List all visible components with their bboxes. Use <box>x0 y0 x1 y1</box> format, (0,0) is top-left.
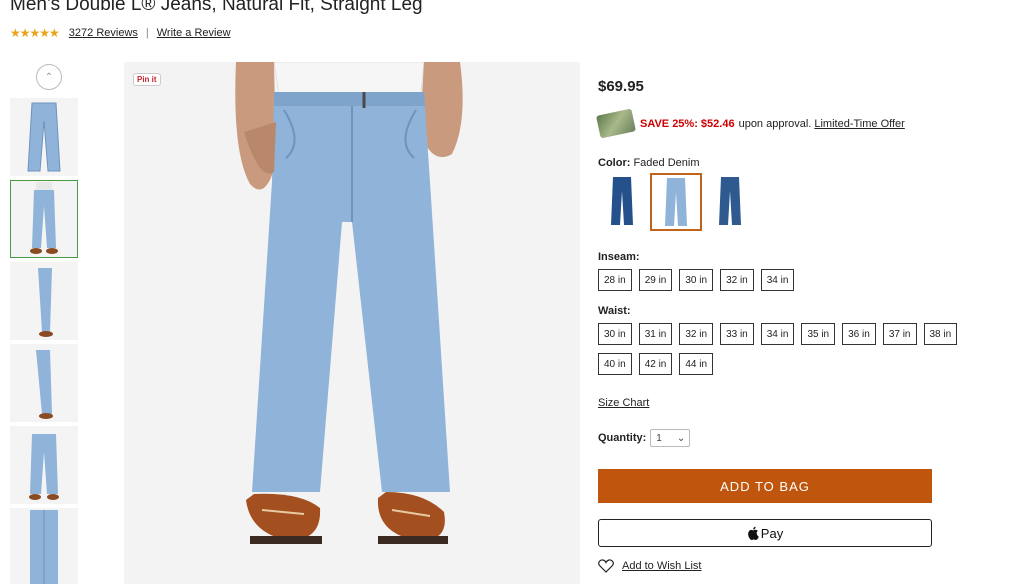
inseam-option[interactable]: 30 in <box>679 269 714 291</box>
jeans-swatch-icon <box>665 178 687 226</box>
main-product-image[interactable]: Pin it <box>124 62 580 584</box>
inseam-option[interactable]: 29 in <box>638 269 673 291</box>
wish-list-link[interactable]: Add to Wish List <box>622 560 701 572</box>
color-label-row: Color: Faded Denim <box>598 157 938 169</box>
chevron-up-icon: ⌃ <box>44 71 54 83</box>
pin-it-button[interactable]: Pin it <box>133 73 161 86</box>
inseam-options: 28 in 29 in 30 in 32 in 34 in <box>598 269 988 299</box>
heart-icon[interactable] <box>598 559 614 573</box>
waist-option[interactable]: 31 in <box>638 323 673 345</box>
waist-options: 30 in 31 in 32 in 33 in 34 in 35 in 36 i… <box>598 323 988 383</box>
swatch-rinsed-denim[interactable] <box>706 173 754 229</box>
rating-stars: ★★★★★ <box>10 26 60 40</box>
waist-option[interactable]: 42 in <box>638 353 673 375</box>
promo-row: SAVE 25%: $52.46 upon approval. Limited-… <box>596 108 938 139</box>
purchase-panel: $69.95 SAVE 25%: $52.46 upon approval. L… <box>596 78 958 573</box>
credit-card-icon <box>596 108 636 139</box>
color-swatches <box>598 173 938 231</box>
inseam-option[interactable]: 34 in <box>760 269 795 291</box>
quantity-label: Quantity: <box>598 432 647 444</box>
limited-offer-link[interactable]: Limited-Time Offer <box>814 118 904 130</box>
side-model-image <box>38 268 53 337</box>
color-label: Color: <box>598 157 631 169</box>
detail-image <box>30 510 58 584</box>
waist-option[interactable]: 38 in <box>923 323 958 345</box>
waist-option[interactable]: 44 in <box>679 353 714 375</box>
separator: | <box>145 27 149 39</box>
write-review-link[interactable]: Write a Review <box>157 27 231 39</box>
waist-option[interactable]: 32 in <box>679 323 714 345</box>
thumbnail-detail[interactable] <box>10 508 78 584</box>
reviews-link[interactable]: 3272 Reviews <box>69 27 138 39</box>
apple-pay-label: Pay <box>760 525 784 541</box>
waist-option[interactable]: 34 in <box>760 323 795 345</box>
waist-option[interactable]: 37 in <box>882 323 917 345</box>
back-model-image <box>29 434 59 500</box>
inseam-option[interactable]: 28 in <box>598 269 632 291</box>
color-value: Faded Denim <box>633 157 700 169</box>
apple-pay-button[interactable]: Pay <box>598 519 932 547</box>
inseam-option[interactable]: 32 in <box>720 269 754 291</box>
thumbnail-jeans-flat[interactable] <box>10 98 78 176</box>
swatch-faded-denim[interactable] <box>650 173 702 231</box>
thumbnail-back-model[interactable] <box>10 426 78 504</box>
back-side-image <box>36 350 53 419</box>
scroll-up-button[interactable]: ⌃ <box>36 64 62 90</box>
waist-option[interactable]: 40 in <box>598 353 632 375</box>
inseam-label: Inseam: <box>598 251 640 263</box>
quantity-select[interactable]: 1 ⌄ <box>650 429 691 447</box>
waist-option[interactable]: 35 in <box>801 323 836 345</box>
thumbnail-side-model[interactable] <box>10 262 78 340</box>
wish-list-row: Add to Wish List <box>598 559 938 573</box>
jeans-model-image <box>124 62 580 584</box>
thumbnail-gallery: ⌃ <box>10 64 80 584</box>
promo-text: upon approval. <box>738 117 812 130</box>
quantity-row: Quantity: 1 ⌄ <box>598 429 938 447</box>
product-title: Men's Double L® Jeans, Natural Fit, Stra… <box>10 0 423 15</box>
waist-option[interactable]: 30 in <box>598 323 632 345</box>
thumbnail-back-side[interactable] <box>10 344 78 422</box>
jeans-swatch-icon <box>719 177 741 225</box>
price: $69.95 <box>598 78 644 95</box>
waist-option[interactable]: 33 in <box>720 323 754 345</box>
add-to-bag-button[interactable]: ADD TO BAG <box>598 469 932 503</box>
swatch-dark-denim[interactable] <box>598 173 646 229</box>
waist-label: Waist: <box>598 305 631 317</box>
quantity-value: 1 <box>656 432 662 444</box>
front-model-image <box>30 182 58 254</box>
size-chart-link[interactable]: Size Chart <box>598 397 938 409</box>
chevron-down-icon: ⌄ <box>676 432 686 444</box>
apple-icon <box>747 526 759 540</box>
jeans-flat-image <box>27 102 61 172</box>
thumbnail-front-model[interactable] <box>10 180 78 258</box>
jeans-swatch-icon <box>611 177 633 225</box>
rating-row: ★★★★★ 3272 Reviews | Write a Review <box>10 26 231 40</box>
waist-option[interactable]: 36 in <box>842 323 876 345</box>
promo-save: SAVE 25%: $52.46 <box>640 117 735 130</box>
